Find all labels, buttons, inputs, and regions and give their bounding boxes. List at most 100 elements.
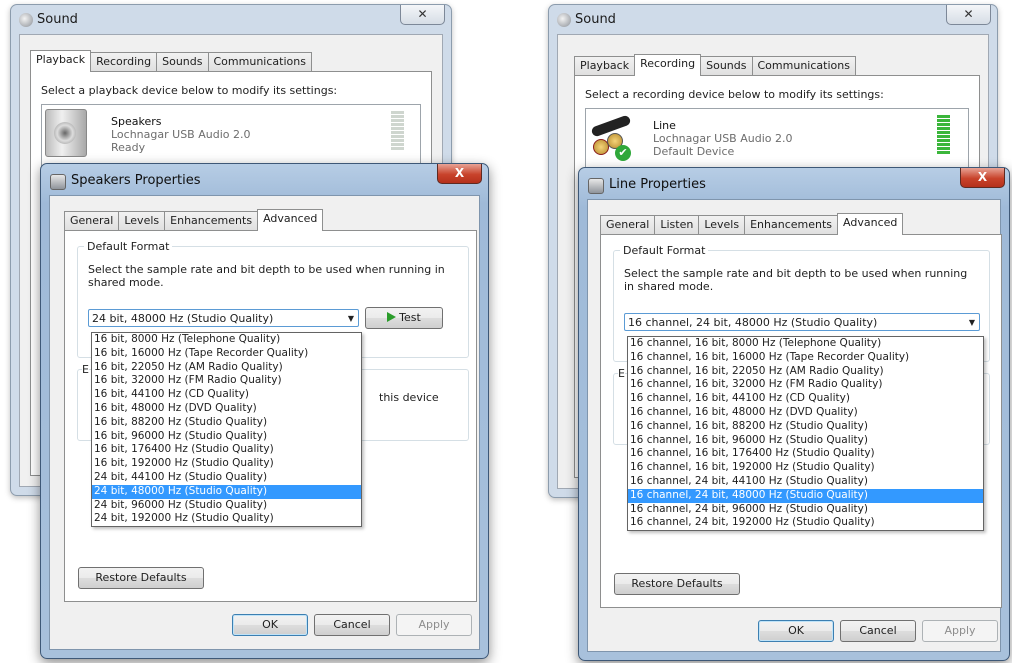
format-option[interactable]: 16 bit, 48000 Hz (DVD Quality) [92, 402, 361, 416]
tab-playback[interactable]: Playback [574, 56, 636, 75]
restore-defaults-button[interactable]: Restore Defaults [78, 567, 204, 589]
format-option[interactable]: 16 bit, 44100 Hz (CD Quality) [92, 388, 361, 402]
format-option[interactable]: 16 bit, 176400 Hz (Studio Quality) [92, 443, 361, 457]
tab-listen[interactable]: Listen [654, 215, 700, 234]
apply-button: Apply [396, 614, 472, 636]
group-label: Default Format [84, 240, 173, 253]
speaker-device-icon [45, 109, 87, 157]
tab-bar: Playback Recording Sounds Communications [574, 54, 856, 76]
dialog-title: Speakers Properties [71, 173, 201, 188]
format-option[interactable]: 16 channel, 24 bit, 44100 Hz (Studio Qua… [628, 475, 983, 489]
format-option[interactable]: 16 bit, 16000 Hz (Tape Recorder Quality) [92, 347, 361, 361]
apply-button: Apply [922, 620, 998, 642]
tab-recording[interactable]: Recording [634, 54, 702, 76]
format-option[interactable]: 16 channel, 16 bit, 44100 Hz (CD Quality… [628, 392, 983, 406]
cancel-button[interactable]: Cancel [840, 620, 916, 642]
instruction-text: Select a recording device below to modif… [585, 88, 884, 101]
chevron-down-icon: ▼ [968, 318, 975, 327]
instruction-text: Select a playback device below to modify… [41, 84, 338, 97]
this-device-fragment: this device [379, 391, 439, 404]
tab-enhancements[interactable]: Enhancements [164, 211, 259, 230]
close-button[interactable]: X [960, 168, 1005, 188]
tab-recording[interactable]: Recording [90, 52, 158, 71]
restore-defaults-button[interactable]: Restore Defaults [614, 573, 740, 595]
chevron-down-icon: ▼ [347, 314, 354, 323]
tab-levels[interactable]: Levels [118, 211, 166, 230]
tab-playback[interactable]: Playback [30, 50, 92, 72]
format-option[interactable]: 24 bit, 96000 Hz (Studio Quality) [92, 499, 361, 513]
format-option[interactable]: 16 channel, 24 bit, 192000 Hz (Studio Qu… [628, 516, 983, 530]
close-button[interactable]: ✕ [400, 5, 445, 25]
format-option[interactable]: 24 bit, 192000 Hz (Studio Quality) [92, 512, 361, 526]
tab-sounds[interactable]: Sounds [156, 52, 209, 71]
speaker-icon [557, 13, 571, 27]
format-option[interactable]: 16 bit, 96000 Hz (Studio Quality) [92, 430, 361, 444]
format-option[interactable]: 16 channel, 24 bit, 96000 Hz (Studio Qua… [628, 503, 983, 517]
device-driver: Lochnagar USB Audio 2.0 [111, 128, 251, 141]
close-button[interactable]: ✕ [946, 5, 991, 25]
tab-general[interactable]: General [64, 211, 120, 230]
format-select[interactable]: 16 channel, 24 bit, 48000 Hz (Studio Qua… [624, 313, 980, 331]
tab-bar: General Levels Enhancements Advanced [64, 209, 324, 231]
format-option[interactable]: 16 channel, 16 bit, 96000 Hz (Studio Qua… [628, 434, 983, 448]
check-icon: ✔ [615, 145, 631, 161]
format-option[interactable]: 16 channel, 24 bit, 48000 Hz (Studio Qua… [628, 488, 983, 503]
format-option[interactable]: 16 channel, 16 bit, 88200 Hz (Studio Qua… [628, 420, 983, 434]
device-name: Line [653, 119, 676, 132]
format-option[interactable]: 16 channel, 16 bit, 32000 Hz (FM Radio Q… [628, 378, 983, 392]
speakers-properties-dialog: Speakers Properties X General Levels Enh… [40, 163, 489, 659]
dialog-title: Line Properties [609, 177, 706, 192]
properties-icon [588, 178, 604, 194]
cancel-button[interactable]: Cancel [314, 614, 390, 636]
test-button[interactable]: Test [365, 307, 443, 329]
level-meter [937, 115, 950, 154]
tab-levels[interactable]: Levels [698, 215, 746, 234]
tab-advanced[interactable]: Advanced [837, 213, 904, 235]
format-select-value: 16 channel, 24 bit, 48000 Hz (Studio Qua… [628, 316, 878, 329]
window-title: Sound [575, 12, 616, 27]
format-option[interactable]: 16 bit, 22050 Hz (AM Radio Quality) [92, 361, 361, 375]
tab-advanced[interactable]: Advanced [257, 209, 324, 231]
format-select-value: 24 bit, 48000 Hz (Studio Quality) [92, 312, 274, 325]
exclusive-fragment: E [618, 367, 625, 380]
device-status: Ready [111, 141, 146, 154]
close-button[interactable]: X [437, 164, 482, 184]
device-driver: Lochnagar USB Audio 2.0 [653, 132, 793, 145]
group-description: Select the sample rate and bit depth to … [88, 263, 445, 289]
format-option[interactable]: 16 bit, 8000 Hz (Telephone Quality) [92, 333, 361, 347]
speaker-icon [19, 13, 33, 27]
tab-sounds[interactable]: Sounds [700, 56, 753, 75]
group-description: Select the sample rate and bit depth to … [624, 267, 968, 293]
format-option[interactable]: 16 channel, 16 bit, 8000 Hz (Telephone Q… [628, 337, 983, 351]
format-option[interactable]: 24 bit, 48000 Hz (Studio Quality) [92, 484, 361, 499]
device-status: Default Device [653, 145, 735, 158]
tab-communications[interactable]: Communications [207, 52, 312, 71]
tab-general[interactable]: General [600, 215, 656, 234]
format-option[interactable]: 16 bit, 192000 Hz (Studio Quality) [92, 457, 361, 471]
play-icon [387, 312, 397, 322]
ok-button[interactable]: OK [232, 614, 308, 636]
ok-button[interactable]: OK [758, 620, 834, 642]
format-option[interactable]: 16 channel, 16 bit, 22050 Hz (AM Radio Q… [628, 365, 983, 379]
format-option[interactable]: 16 channel, 16 bit, 48000 Hz (DVD Qualit… [628, 406, 983, 420]
device-item-speakers[interactable]: Speakers Lochnagar USB Audio 2.0 Ready [45, 109, 415, 159]
test-label: Test [399, 311, 421, 324]
level-meter [391, 111, 404, 150]
format-select[interactable]: 24 bit, 48000 Hz (Studio Quality) ▼ [88, 309, 359, 327]
format-dropdown-list[interactable]: 16 bit, 8000 Hz (Telephone Quality) 16 bi… [91, 332, 362, 528]
device-name: Speakers [111, 115, 162, 128]
format-option[interactable]: 16 channel, 16 bit, 192000 Hz (Studio Qu… [628, 461, 983, 475]
format-option[interactable]: 16 bit, 88200 Hz (Studio Quality) [92, 416, 361, 430]
tab-bar: Playback Recording Sounds Communications [30, 50, 312, 72]
tab-communications[interactable]: Communications [751, 56, 856, 75]
tab-bar: General Listen Levels Enhancements Advan… [600, 213, 904, 235]
format-option[interactable]: 16 channel, 16 bit, 176400 Hz (Studio Qu… [628, 447, 983, 461]
format-option[interactable]: 16 channel, 16 bit, 16000 Hz (Tape Recor… [628, 351, 983, 365]
format-dropdown-list[interactable]: 16 channel, 16 bit, 8000 Hz (Telephone Q… [627, 336, 984, 532]
group-label: Default Format [620, 244, 709, 257]
format-option[interactable]: 24 bit, 44100 Hz (Studio Quality) [92, 471, 361, 485]
device-item-line[interactable]: ✔ Line Lochnagar USB Audio 2.0 Default D… [589, 113, 959, 163]
format-option[interactable]: 16 bit, 32000 Hz (FM Radio Quality) [92, 374, 361, 388]
tab-enhancements[interactable]: Enhancements [744, 215, 839, 234]
line-properties-dialog: Line Properties X General Listen Levels … [578, 167, 1010, 661]
